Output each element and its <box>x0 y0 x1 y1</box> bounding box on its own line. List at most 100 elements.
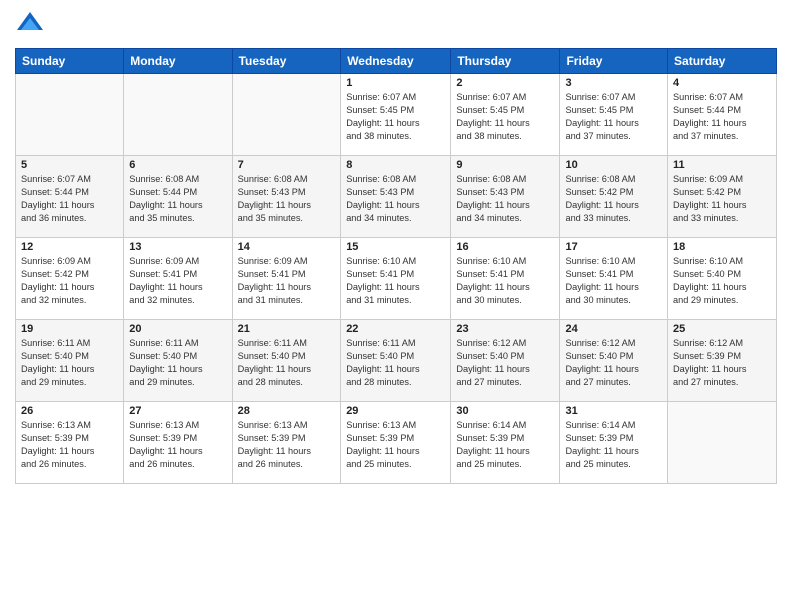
day-info: Sunrise: 6:14 AMSunset: 5:39 PMDaylight:… <box>565 419 662 471</box>
day-number: 30 <box>456 405 554 417</box>
day-info: Sunrise: 6:11 AMSunset: 5:40 PMDaylight:… <box>238 337 336 389</box>
day-number: 8 <box>346 159 445 171</box>
day-info: Sunrise: 6:10 AMSunset: 5:41 PMDaylight:… <box>456 255 554 307</box>
calendar-day-2: 2 Sunrise: 6:07 AMSunset: 5:45 PMDaylight… <box>451 74 560 156</box>
calendar-day-14: 14 Sunrise: 6:09 AMSunset: 5:41 PMDayligh… <box>232 238 341 320</box>
calendar-day-13: 13Sunrise: 6:09 AMSunset: 5:41 PMDayligh… <box>124 238 232 320</box>
day-info: Sunrise: 6:07 AMSunset: 5:44 PMDaylight:… <box>21 173 118 225</box>
day-info: Sunrise: 6:12 AMSunset: 5:40 PMDaylight:… <box>565 337 662 389</box>
day-info: Sunrise: 6:07 AMSunset: 5:45 PMDaylight:… <box>456 91 554 143</box>
calendar-day-12: 12Sunrise: 6:09 AMSunset: 5:42 PMDayligh… <box>16 238 124 320</box>
day-number: 13 <box>129 241 226 253</box>
day-number: 15 <box>346 241 445 253</box>
day-info: Sunrise: 6:09 AMSunset: 5:41 PMDaylight:… <box>238 255 336 307</box>
day-number: 7 <box>238 159 336 171</box>
day-info: Sunrise: 6:11 AMSunset: 5:40 PMDaylight:… <box>21 337 118 389</box>
day-number: 25 <box>673 323 771 335</box>
calendar-day-16: 16 Sunrise: 6:10 AMSunset: 5:41 PMDayligh… <box>451 238 560 320</box>
calendar-day-31: 31 Sunrise: 6:14 AMSunset: 5:39 PMDayligh… <box>560 402 668 484</box>
header <box>15 10 777 40</box>
day-number: 29 <box>346 405 445 417</box>
day-number: 9 <box>456 159 554 171</box>
day-info: Sunrise: 6:08 AMSunset: 5:43 PMDaylight:… <box>456 173 554 225</box>
day-info: Sunrise: 6:10 AMSunset: 5:41 PMDaylight:… <box>346 255 445 307</box>
calendar-day-9: 9 Sunrise: 6:08 AMSunset: 5:43 PMDaylight… <box>451 156 560 238</box>
day-number: 22 <box>346 323 445 335</box>
calendar-day-empty <box>124 74 232 156</box>
day-number: 14 <box>238 241 336 253</box>
calendar-day-22: 22 Sunrise: 6:11 AMSunset: 5:40 PMDayligh… <box>341 320 451 402</box>
day-info: Sunrise: 6:12 AMSunset: 5:40 PMDaylight:… <box>456 337 554 389</box>
day-number: 6 <box>129 159 226 171</box>
day-info: Sunrise: 6:13 AMSunset: 5:39 PMDaylight:… <box>129 419 226 471</box>
calendar-day-10: 10Sunrise: 6:08 AMSunset: 5:42 PMDayligh… <box>560 156 668 238</box>
calendar-day-21: 21 Sunrise: 6:11 AMSunset: 5:40 PMDayligh… <box>232 320 341 402</box>
day-number: 24 <box>565 323 662 335</box>
calendar-day-20: 20 Sunrise: 6:11 AMSunset: 5:40 PMDayligh… <box>124 320 232 402</box>
logo-icon <box>15 10 45 40</box>
day-info: Sunrise: 6:12 AMSunset: 5:39 PMDaylight:… <box>673 337 771 389</box>
day-info: Sunrise: 6:13 AMSunset: 5:39 PMDaylight:… <box>238 419 336 471</box>
calendar-table: SundayMondayTuesdayWednesdayThursdayFrid… <box>15 48 777 484</box>
calendar-day-27: 27 Sunrise: 6:13 AMSunset: 5:39 PMDayligh… <box>124 402 232 484</box>
day-number: 21 <box>238 323 336 335</box>
day-number: 10 <box>565 159 662 171</box>
day-number: 16 <box>456 241 554 253</box>
day-info: Sunrise: 6:10 AMSunset: 5:40 PMDaylight:… <box>673 255 771 307</box>
day-header-thursday: Thursday <box>451 49 560 74</box>
day-info: Sunrise: 6:09 AMSunset: 5:42 PMDaylight:… <box>673 173 771 225</box>
calendar-day-17: 17Sunrise: 6:10 AMSunset: 5:41 PMDayligh… <box>560 238 668 320</box>
calendar-day-24: 24 Sunrise: 6:12 AMSunset: 5:40 PMDayligh… <box>560 320 668 402</box>
calendar-day-28: 28Sunrise: 6:13 AMSunset: 5:39 PMDayligh… <box>232 402 341 484</box>
calendar-day-11: 11 Sunrise: 6:09 AMSunset: 5:42 PMDayligh… <box>668 156 777 238</box>
day-number: 1 <box>346 77 445 89</box>
calendar-day-empty <box>232 74 341 156</box>
day-number: 12 <box>21 241 118 253</box>
day-header-friday: Friday <box>560 49 668 74</box>
calendar-day-empty <box>16 74 124 156</box>
day-info: Sunrise: 6:14 AMSunset: 5:39 PMDaylight:… <box>456 419 554 471</box>
calendar-week-row: 26Sunrise: 6:13 AMSunset: 5:39 PMDayligh… <box>16 402 777 484</box>
day-info: Sunrise: 6:08 AMSunset: 5:43 PMDaylight:… <box>238 173 336 225</box>
calendar-day-6: 6 Sunrise: 6:08 AMSunset: 5:44 PMDaylight… <box>124 156 232 238</box>
logo <box>15 10 49 40</box>
day-number: 18 <box>673 241 771 253</box>
day-info: Sunrise: 6:07 AMSunset: 5:44 PMDaylight:… <box>673 91 771 143</box>
day-info: Sunrise: 6:13 AMSunset: 5:39 PMDaylight:… <box>21 419 118 471</box>
calendar-day-25: 25 Sunrise: 6:12 AMSunset: 5:39 PMDayligh… <box>668 320 777 402</box>
day-number: 11 <box>673 159 771 171</box>
day-number: 20 <box>129 323 226 335</box>
calendar-week-row: 12Sunrise: 6:09 AMSunset: 5:42 PMDayligh… <box>16 238 777 320</box>
calendar-day-1: 1 Sunrise: 6:07 AMSunset: 5:45 PMDaylight… <box>341 74 451 156</box>
day-number: 23 <box>456 323 554 335</box>
day-info: Sunrise: 6:11 AMSunset: 5:40 PMDaylight:… <box>129 337 226 389</box>
calendar-header-row: SundayMondayTuesdayWednesdayThursdayFrid… <box>16 49 777 74</box>
day-header-monday: Monday <box>124 49 232 74</box>
day-number: 19 <box>21 323 118 335</box>
calendar-day-4: 4 Sunrise: 6:07 AMSunset: 5:44 PMDaylight… <box>668 74 777 156</box>
calendar-week-row: 19 Sunrise: 6:11 AMSunset: 5:40 PMDayligh… <box>16 320 777 402</box>
calendar-day-7: 7 Sunrise: 6:08 AMSunset: 5:43 PMDaylight… <box>232 156 341 238</box>
day-number: 3 <box>565 77 662 89</box>
day-number: 31 <box>565 405 662 417</box>
day-header-wednesday: Wednesday <box>341 49 451 74</box>
calendar-day-18: 18 Sunrise: 6:10 AMSunset: 5:40 PMDayligh… <box>668 238 777 320</box>
day-info: Sunrise: 6:13 AMSunset: 5:39 PMDaylight:… <box>346 419 445 471</box>
day-number: 2 <box>456 77 554 89</box>
day-number: 5 <box>21 159 118 171</box>
day-info: Sunrise: 6:07 AMSunset: 5:45 PMDaylight:… <box>346 91 445 143</box>
day-number: 17 <box>565 241 662 253</box>
calendar-day-empty <box>668 402 777 484</box>
calendar-week-row: 5 Sunrise: 6:07 AMSunset: 5:44 PMDaylight… <box>16 156 777 238</box>
day-number: 27 <box>129 405 226 417</box>
calendar-day-5: 5 Sunrise: 6:07 AMSunset: 5:44 PMDaylight… <box>16 156 124 238</box>
day-info: Sunrise: 6:11 AMSunset: 5:40 PMDaylight:… <box>346 337 445 389</box>
calendar-week-row: 1 Sunrise: 6:07 AMSunset: 5:45 PMDaylight… <box>16 74 777 156</box>
day-header-tuesday: Tuesday <box>232 49 341 74</box>
day-number: 4 <box>673 77 771 89</box>
day-info: Sunrise: 6:07 AMSunset: 5:45 PMDaylight:… <box>565 91 662 143</box>
page: SundayMondayTuesdayWednesdayThursdayFrid… <box>0 0 792 612</box>
day-info: Sunrise: 6:08 AMSunset: 5:44 PMDaylight:… <box>129 173 226 225</box>
calendar-day-26: 26Sunrise: 6:13 AMSunset: 5:39 PMDayligh… <box>16 402 124 484</box>
day-info: Sunrise: 6:08 AMSunset: 5:43 PMDaylight:… <box>346 173 445 225</box>
